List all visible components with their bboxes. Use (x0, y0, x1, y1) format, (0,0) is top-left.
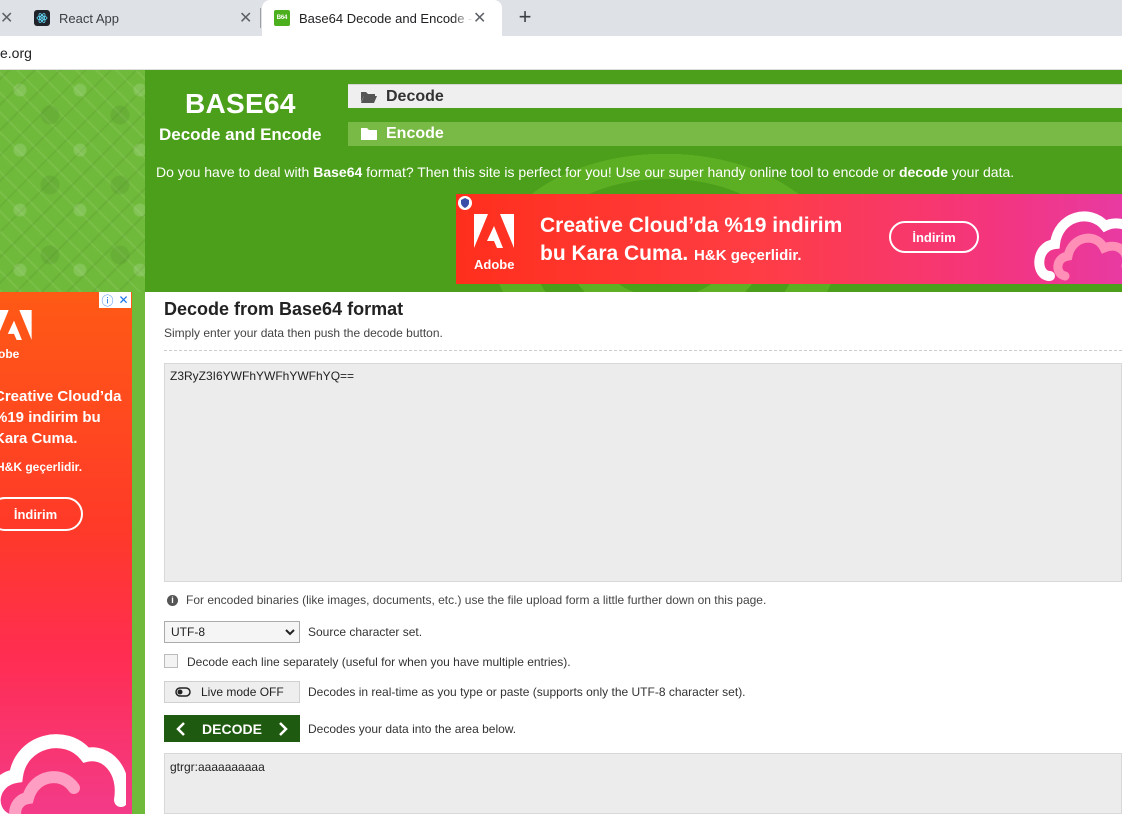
creative-cloud-icon (1034, 211, 1122, 281)
adobe-brand: Adobe (474, 257, 515, 272)
ad-discount-button[interactable]: İndirim (889, 221, 979, 253)
intro-text: Do you have to deal with Base64 format? … (156, 164, 1014, 180)
nav-label: Encode (386, 125, 444, 142)
nav-decode[interactable]: Decode (348, 84, 1122, 108)
logo-title[interactable]: BASE64 (185, 88, 296, 120)
ad-badge-icon[interactable] (458, 196, 472, 210)
tab-base64[interactable]: B64 Base64 Decode and Encode - Online ✕ (262, 0, 502, 36)
ad-headline: Creative Cloud’da %19 indirim (540, 214, 843, 237)
folder-open-icon (361, 91, 377, 103)
intro-part: your data. (947, 164, 1015, 180)
tab-title: React App (59, 10, 119, 26)
ad-choices[interactable]: ⓘ ✕ (99, 292, 131, 308)
note-text: For encoded binaries (like images, docum… (186, 593, 767, 607)
adobe-logo-icon: Adobe (0, 310, 32, 361)
decoded-output[interactable]: gtrgr:aaaaaaaaaa (164, 753, 1122, 814)
ad-headline: Creative Cloud’da %19 indirim bu Kara Cu… (0, 386, 132, 449)
divider (164, 350, 1122, 351)
ad-headline-text: bu Kara Cuma. (540, 242, 689, 265)
ad-line: Creative Cloud’da (0, 388, 122, 405)
info-icon: i (167, 594, 178, 606)
tab-react-app[interactable]: React App ✕ (16, 0, 260, 36)
tab-title: Base64 Decode and Encode - Online (299, 10, 473, 26)
nav-label: Decode (386, 87, 444, 105)
tab-separator (260, 8, 261, 28)
intro-bold: Base64 (313, 164, 363, 180)
intro-part: format? Then this site is perfect for yo… (362, 164, 899, 180)
ad-discount-button[interactable]: İndirim (0, 497, 83, 531)
live-mode-label: Live mode OFF (201, 685, 284, 699)
creative-cloud-icon (0, 734, 126, 814)
charset-value: UTF-8 (171, 625, 205, 639)
address-text[interactable]: e.org (0, 45, 32, 61)
ad-tagline: H&K geçerlidir. (0, 460, 83, 474)
adobe-banner-ad[interactable]: Adobe Creative Cloud’da %19 indirim bu K… (456, 194, 1122, 284)
live-mode-description: Decodes in real-time as you type or past… (308, 685, 746, 699)
new-tab-icon[interactable]: + (512, 4, 538, 30)
intro-bold: decode (898, 164, 948, 180)
info-icon[interactable]: ⓘ (101, 292, 113, 309)
ad-tagline: H&K geçerlidir. (694, 247, 802, 264)
base64-icon: B64 (274, 10, 290, 26)
page-subtitle: Simply enter your data then push the dec… (164, 326, 443, 340)
adobe-side-ad[interactable]: ⓘ ✕ Adobe Creative Cloud’da %19 indirim … (0, 292, 132, 814)
decode-lines-checkbox[interactable] (164, 654, 178, 668)
binary-note: i For encoded binaries (like images, doc… (167, 593, 766, 607)
decode-button[interactable]: DECODE (164, 715, 300, 742)
charset-label: Source character set. (308, 625, 423, 639)
decode-description: Decodes your data into the area below. (308, 722, 517, 736)
ad-headline-2: bu Kara Cuma. H&K geçerlidir. (540, 242, 802, 266)
adobe-logo-icon: Adobe (474, 214, 515, 272)
decode-button-label: DECODE (202, 720, 262, 737)
close-tab-icon[interactable]: ✕ (0, 8, 13, 28)
react-icon (34, 10, 50, 26)
nav-encode[interactable]: Encode (348, 122, 1122, 146)
address-bar[interactable]: e.org (0, 36, 1122, 70)
tab-partial[interactable]: ✕ (0, 0, 16, 36)
decorative-pattern (0, 70, 145, 292)
chevron-left-icon (176, 721, 185, 736)
decode-lines-label[interactable]: Decode each line separately (useful for … (187, 655, 571, 669)
close-tab-icon[interactable]: ✕ (239, 8, 252, 28)
toggle-off-icon (175, 687, 191, 697)
chevron-right-icon (279, 721, 288, 736)
ad-line: Kara Cuma. (0, 430, 78, 447)
ad-line: %19 indirim bu (0, 409, 101, 426)
chevron-down-icon (285, 629, 295, 636)
adobe-brand: Adobe (0, 347, 20, 361)
charset-select[interactable]: UTF-8 (164, 621, 300, 643)
logo-subtitle[interactable]: Decode and Encode (159, 125, 321, 145)
intro-part: Do you have to deal with (156, 164, 314, 180)
folder-icon (361, 128, 377, 140)
close-icon[interactable]: ✕ (118, 293, 128, 307)
close-tab-icon[interactable]: ✕ (473, 8, 486, 28)
base64-input[interactable] (164, 363, 1122, 582)
page-title: Decode from Base64 format (164, 299, 404, 319)
live-mode-button[interactable]: Live mode OFF (164, 681, 300, 703)
